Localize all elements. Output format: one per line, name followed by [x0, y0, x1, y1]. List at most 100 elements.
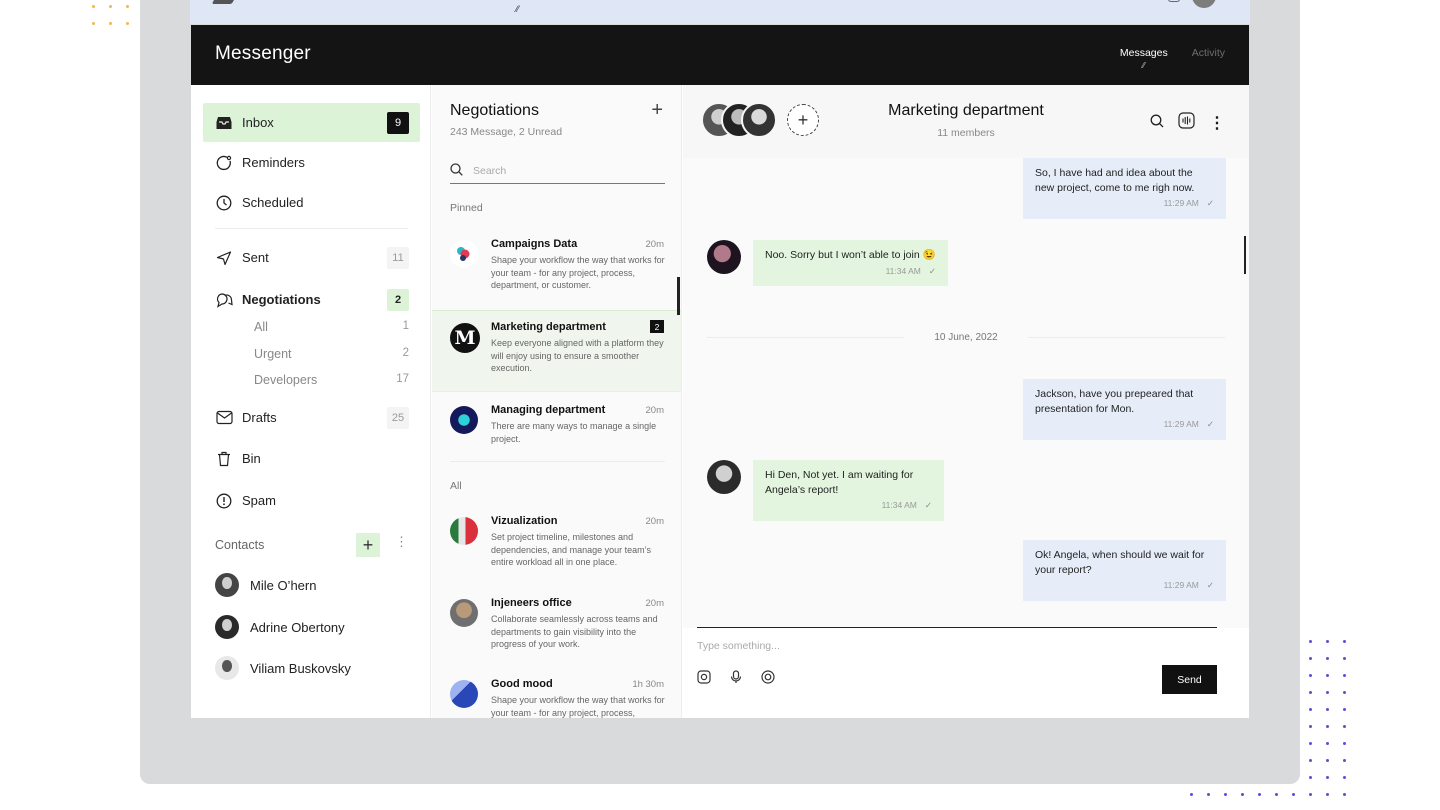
- unread-badge: 2: [650, 320, 664, 333]
- avatar: [215, 615, 239, 639]
- message-meta: 11:29 AM ✓: [1163, 580, 1214, 590]
- decor-dot: [1241, 793, 1244, 796]
- decor-dot: [1309, 776, 1312, 779]
- decor-dot: [1343, 793, 1346, 796]
- decor-dot: [1343, 725, 1346, 728]
- conversation-preview: Set project timeline, milestones and dep…: [491, 532, 651, 567]
- add-contact-button[interactable]: +: [356, 533, 380, 557]
- top-nav: Messages ⁄⁄ Activity: [1120, 47, 1225, 70]
- send-icon: [215, 249, 233, 267]
- conversation-name: Campaigns Data: [491, 238, 578, 250]
- decor-dot: [1343, 691, 1346, 694]
- section-label-pinned: Pinned: [450, 202, 483, 214]
- sidebar-item-label: Reminders: [242, 155, 305, 170]
- message-incoming: Hi Den, Not yet. I am waiting for Angela…: [753, 460, 944, 521]
- decor-dot: [1309, 725, 1312, 728]
- sidebar-item-label: Inbox: [242, 115, 274, 130]
- conversation-item[interactable]: Vizualization 20m Set project timeline, …: [432, 505, 681, 585]
- message-outgoing: Jackson, have you prepeared that present…: [1023, 379, 1226, 440]
- message-input[interactable]: Type something...: [697, 640, 780, 652]
- microphone-icon[interactable]: [729, 670, 743, 689]
- more-options-icon[interactable]: ⋮: [395, 534, 408, 550]
- sidebar-subitem-developers[interactable]: Developers 17: [254, 373, 409, 387]
- decor-dot: [1224, 793, 1227, 796]
- conversation-avatar: [450, 406, 478, 434]
- tab-activity[interactable]: Activity: [1192, 47, 1225, 59]
- decor-dot: [1343, 742, 1346, 745]
- messenger-app: Messenger Messages ⁄⁄ Activity Inbox 9 Re…: [191, 25, 1249, 718]
- sidebar-subitem-urgent[interactable]: Urgent 2: [254, 347, 409, 361]
- read-check-icon: ✓: [1206, 198, 1214, 208]
- decor-dot: [1309, 691, 1312, 694]
- search-input[interactable]: Search: [450, 158, 665, 184]
- sidebar-item-drafts[interactable]: Drafts 25: [203, 398, 420, 437]
- sidebar-item-negotiations[interactable]: Negotiations 2: [203, 280, 420, 319]
- contact-item[interactable]: Viliam Buskovsky: [215, 656, 351, 680]
- conversation-name: Good mood: [491, 678, 553, 690]
- decor-dot: [1326, 691, 1329, 694]
- decor-dot: [1343, 708, 1346, 711]
- decor-dot: [92, 5, 95, 8]
- more-options-icon[interactable]: ⋮: [1209, 113, 1225, 133]
- conversation-item-selected[interactable]: M Marketing department 2 Keep everyone a…: [432, 310, 681, 392]
- count-badge: 2: [387, 289, 409, 311]
- contact-item[interactable]: Mile O’hern: [215, 573, 316, 597]
- conversation-item[interactable]: Managing department 20m There are many w…: [432, 394, 681, 474]
- decor-dot: [1326, 674, 1329, 677]
- conversation-time: 20m: [645, 239, 664, 250]
- sidebar-item-label: Scheduled: [242, 195, 304, 210]
- conversation-time: 20m: [645, 516, 664, 527]
- chat-header: + Marketing department 11 members ⋮: [683, 85, 1249, 158]
- decor-dot: [1326, 776, 1329, 779]
- contact-item[interactable]: Adrine Obertony: [215, 615, 345, 639]
- message-meta: 11:29 AM ✓: [1163, 419, 1214, 429]
- indicator-icon: ⁄⁄: [516, 4, 520, 14]
- sidebar-item-spam[interactable]: Spam: [203, 481, 420, 520]
- scrollbar[interactable]: [677, 277, 680, 315]
- sidebar-subitem-all[interactable]: All 1: [254, 320, 409, 334]
- chat-actions: ⋮: [1150, 112, 1225, 134]
- conversation-time: 20m: [645, 598, 664, 609]
- camera-icon[interactable]: [697, 670, 711, 689]
- sidebar-item-sent[interactable]: Sent 11: [203, 238, 420, 277]
- decor-dot: [1343, 674, 1346, 677]
- avatar: [707, 460, 741, 494]
- clock-icon: [215, 194, 233, 212]
- notification-icon[interactable]: [1168, 0, 1180, 2]
- decor-dot: [1190, 793, 1193, 796]
- message-outgoing: Ok! Angela, when should we wait for your…: [1023, 540, 1226, 601]
- decor-dot: [1309, 674, 1312, 677]
- send-button[interactable]: Send: [1162, 665, 1217, 694]
- conversation-item[interactable]: Injeneers office 20m Collaborate seamles…: [432, 587, 681, 667]
- app-title: Messenger: [215, 43, 311, 64]
- trash-icon: [215, 450, 233, 468]
- sidebar-item-bin[interactable]: Bin: [203, 439, 420, 478]
- decor-dot: [1309, 640, 1312, 643]
- scrollbar[interactable]: [1244, 236, 1246, 274]
- decor-dot: [1343, 657, 1346, 660]
- conversation-avatar: M: [450, 323, 480, 353]
- drafts-icon: [215, 409, 233, 427]
- voice-icon[interactable]: [1178, 112, 1195, 134]
- list-title: Negotiations: [450, 102, 539, 119]
- sidebar-item-label: Bin: [242, 451, 261, 466]
- new-conversation-button[interactable]: +: [651, 99, 663, 122]
- sidebar-item-label: Sent: [242, 250, 269, 265]
- message-meta: 11:29 AM ✓: [1163, 198, 1214, 208]
- avatar[interactable]: [1192, 0, 1216, 8]
- message-text: Hi Den, Not yet. I am waiting for Angela…: [765, 469, 914, 496]
- tab-messages[interactable]: Messages ⁄⁄: [1120, 47, 1168, 70]
- message-text: Noo. Sorry but I won’t able to join 😉: [765, 249, 936, 261]
- sidebar-item-inbox[interactable]: Inbox 9: [203, 103, 420, 142]
- decor-dot: [1343, 776, 1346, 779]
- count-badge: 25: [387, 407, 409, 429]
- attachment-icon[interactable]: [761, 670, 775, 689]
- conversation-item[interactable]: Campaigns Data 20m Shape your workflow t…: [432, 228, 681, 308]
- decor-dot: [126, 22, 129, 25]
- sidebar-item-reminders[interactable]: Reminders: [203, 143, 420, 182]
- conversation-avatar: [450, 599, 478, 627]
- search-icon[interactable]: [1150, 114, 1164, 133]
- sidebar-item-scheduled[interactable]: Scheduled: [203, 183, 420, 222]
- conversation-item[interactable]: Good mood 1h 30m Shape your workflow the…: [432, 668, 681, 718]
- date-separator: 10 June, 2022: [707, 330, 1226, 344]
